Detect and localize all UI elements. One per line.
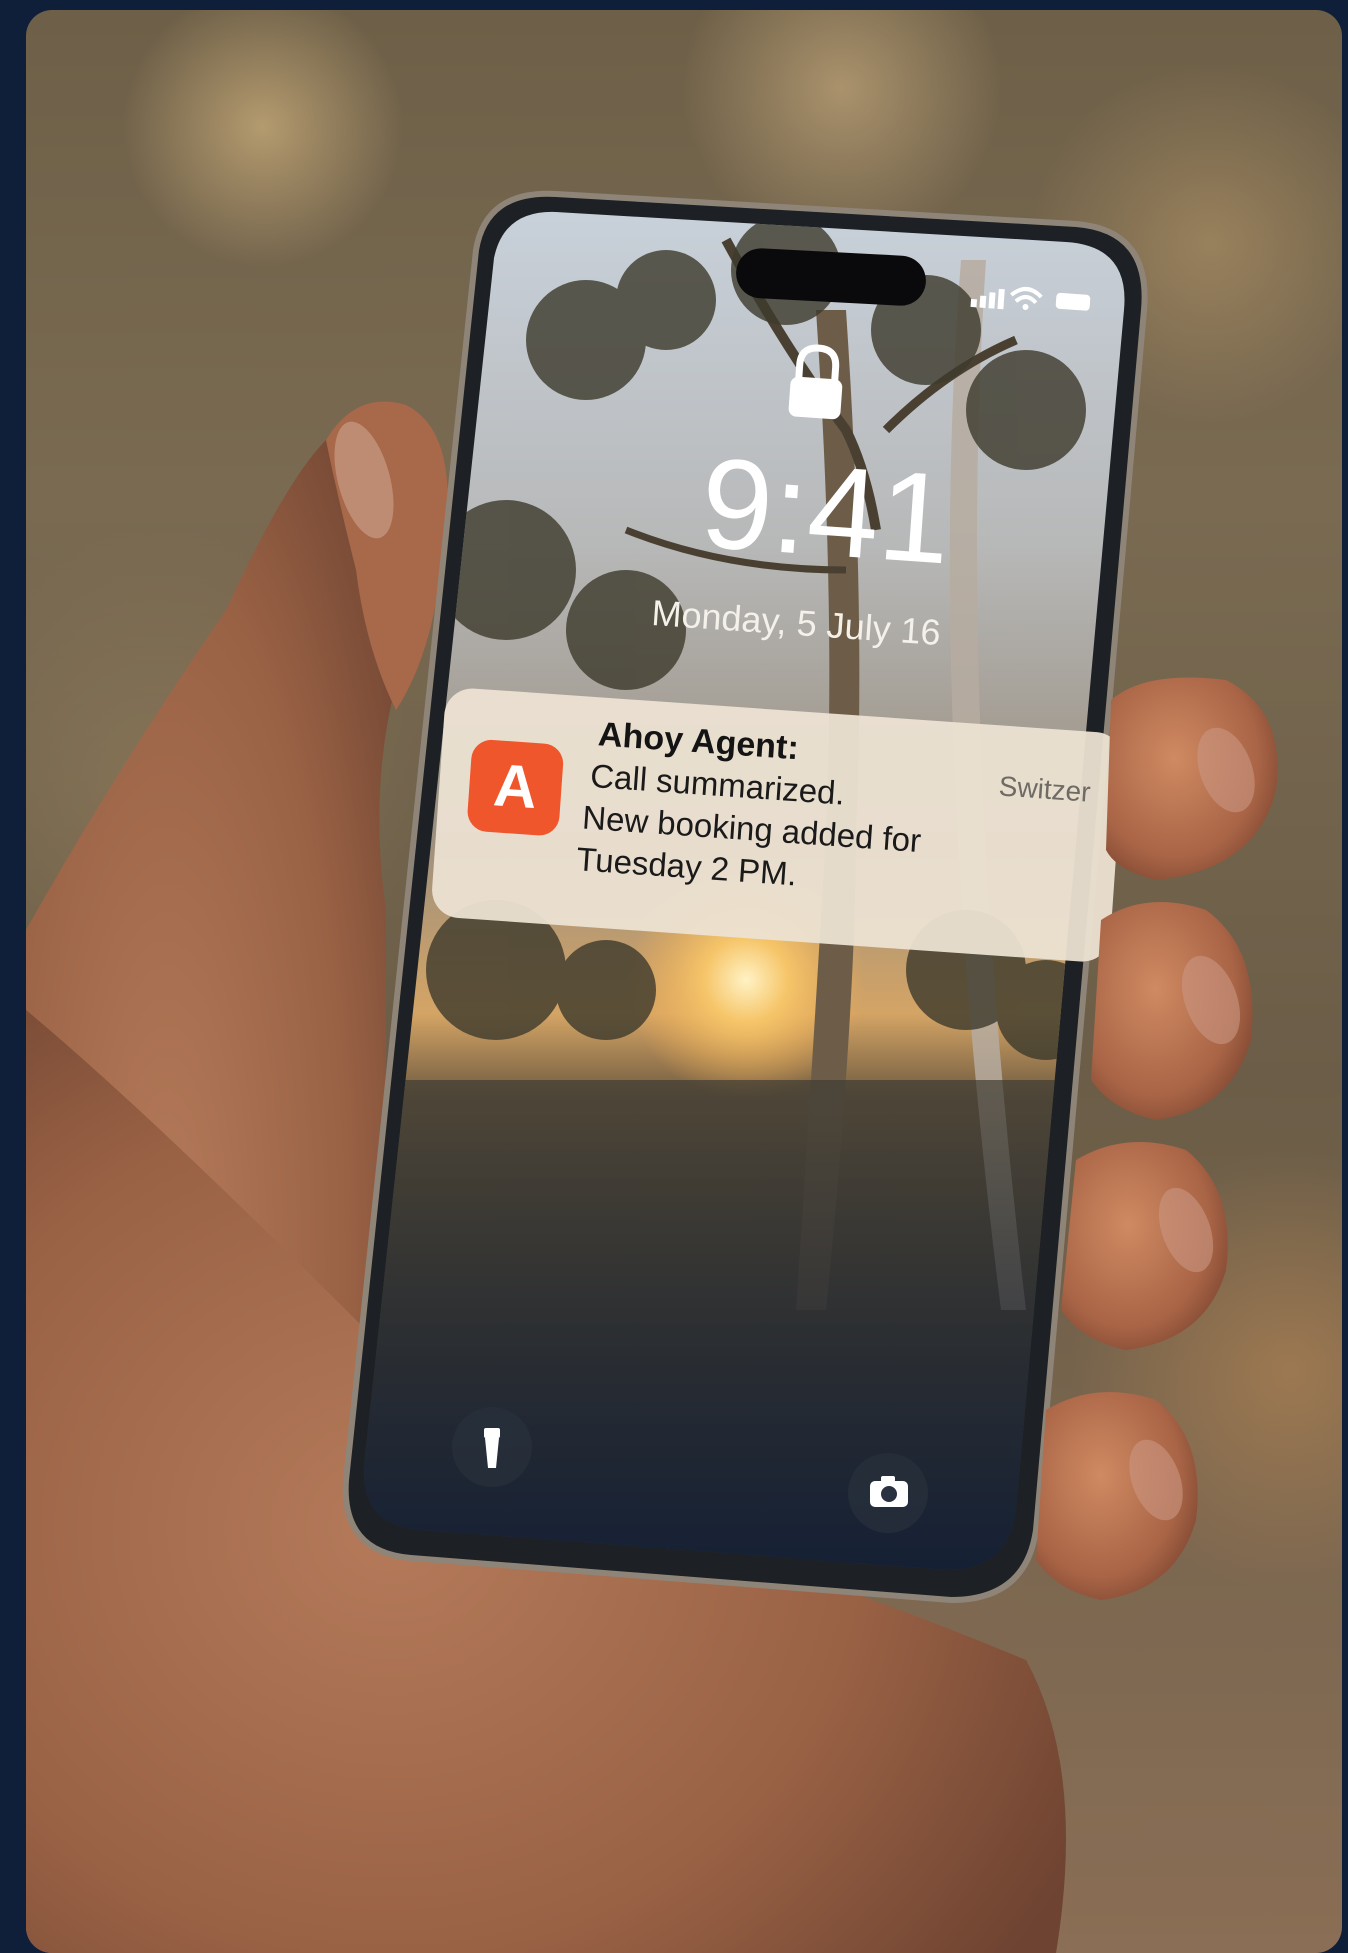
phone-photo: 9:41 Monday, 5 July 16 A Ahoy Agent: Swi… [26, 190, 1278, 1953]
photo-frame: 9:41 Monday, 5 July 16 A Ahoy Agent: Swi… [26, 10, 1342, 1953]
flashlight-icon[interactable] [452, 1407, 532, 1487]
lockscreen-time: 9:41 [697, 431, 955, 591]
dynamic-island [736, 248, 926, 306]
app-icon: A [467, 739, 564, 836]
app-icon-letter: A [492, 751, 540, 821]
camera-icon[interactable] [848, 1453, 928, 1533]
notification-source: Switzer [998, 770, 1092, 807]
battery-icon [1055, 292, 1091, 311]
notification-card[interactable]: A Ahoy Agent: Switzer Call summarized. N… [430, 687, 1124, 964]
